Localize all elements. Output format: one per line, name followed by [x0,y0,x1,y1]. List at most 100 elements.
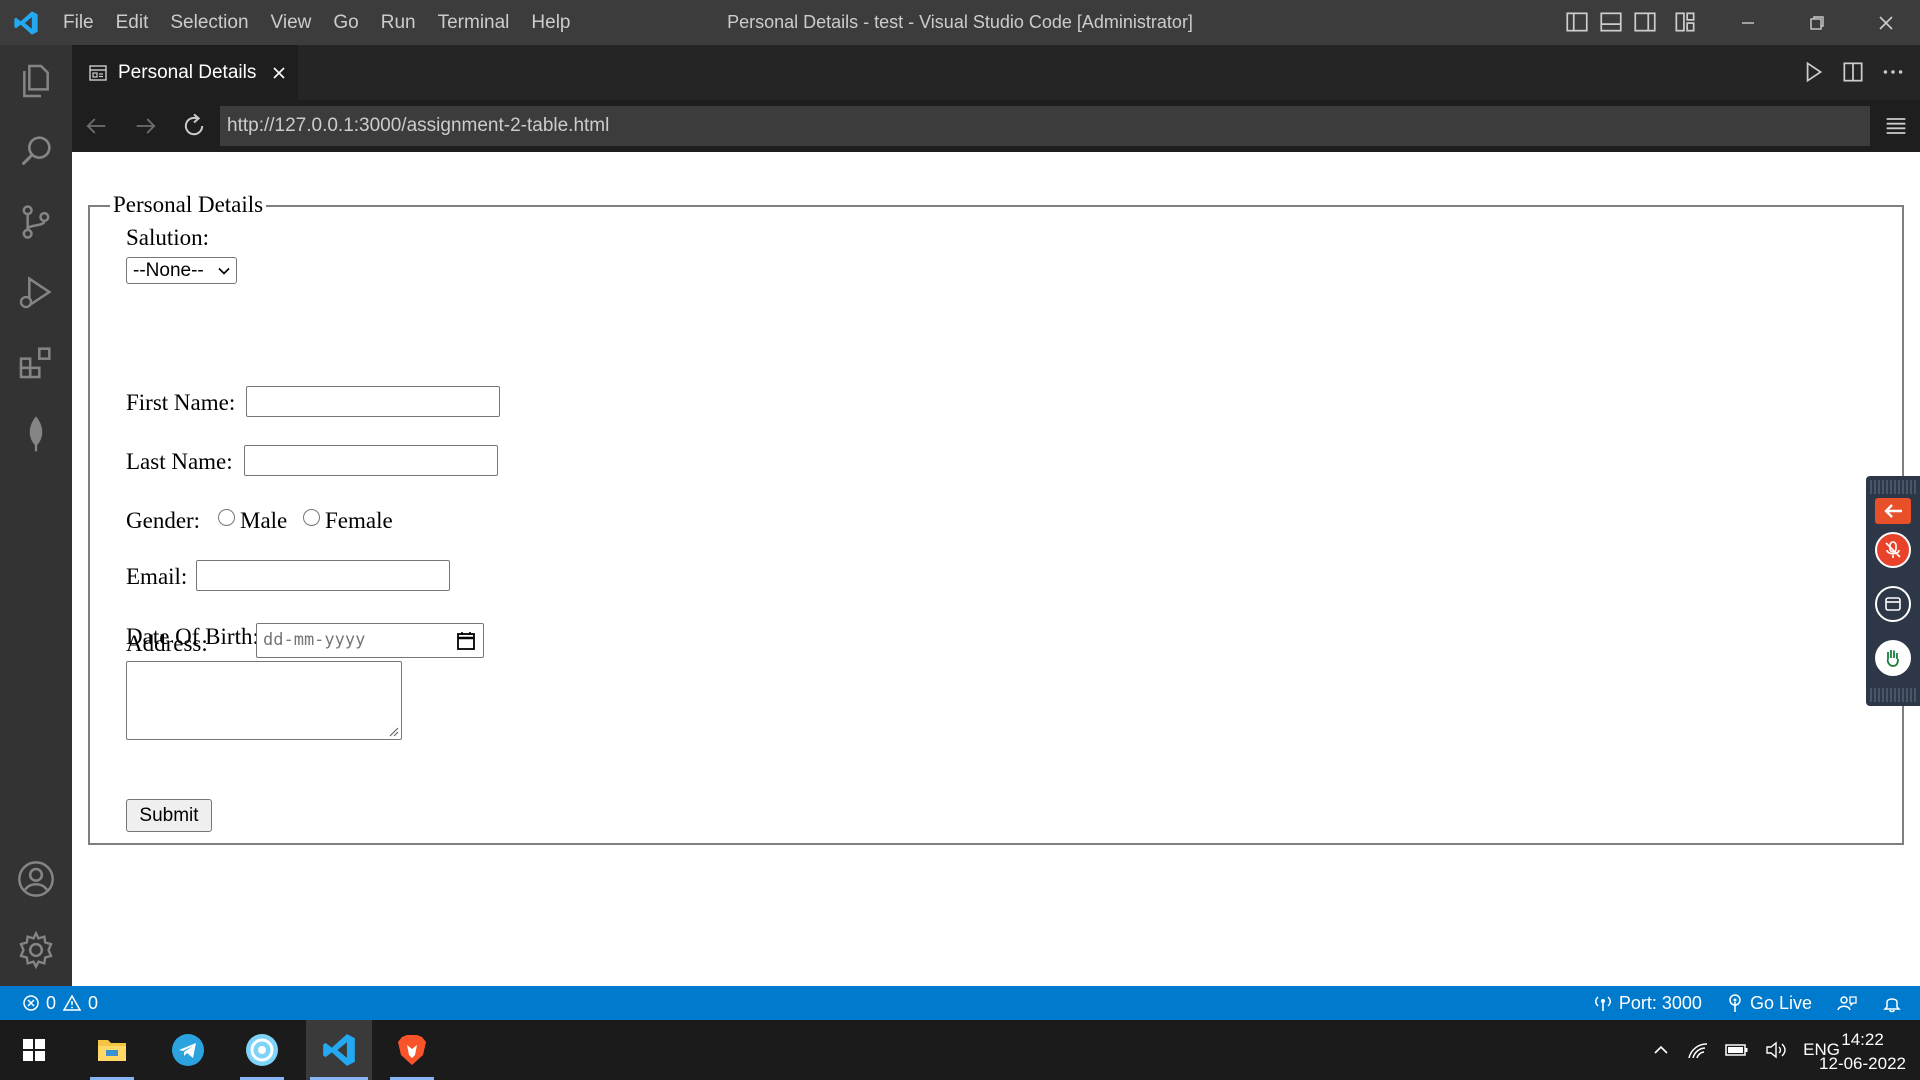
extensions-icon[interactable] [16,342,56,382]
submit-button[interactable]: Submit [126,799,212,832]
menu-help[interactable]: Help [520,0,581,45]
run-icon[interactable] [1800,59,1826,85]
reload-icon[interactable] [180,112,208,140]
drag-handle[interactable] [1870,480,1918,494]
go-live-label: Go Live [1749,992,1812,1013]
warning-count: 0 [88,993,99,1013]
clock-time: 14:22 [1841,1030,1884,1049]
raise-hand-button[interactable] [1875,640,1911,676]
first-name-field[interactable] [246,386,500,417]
menu-go[interactable]: Go [322,0,369,45]
restore-button[interactable] [1782,0,1851,45]
gender-female-radio[interactable] [303,509,320,526]
editor-tab-bar: Personal Details [72,45,1920,100]
drag-handle-bottom[interactable] [1870,688,1918,702]
vscode-icon [323,1034,355,1066]
chevron-up-icon[interactable] [1651,1040,1671,1060]
email-label: Email: [126,564,188,589]
file-explorer-app[interactable] [82,1020,142,1080]
vscode-logo-icon [14,11,38,35]
email-field[interactable] [196,560,450,591]
chevron-down-icon [218,267,230,275]
arrow-left-icon [1884,504,1902,518]
vscode-app[interactable] [306,1020,372,1080]
url-input[interactable]: http://127.0.0.1:3000/assignment-2-table… [220,106,1870,146]
window-toggle-button[interactable] [1875,586,1911,622]
minimize-icon [1741,21,1754,24]
menu-terminal[interactable]: Terminal [427,0,521,45]
windows-taskbar: ENG 14:22 12-06-2022 [0,1020,1920,1080]
first-name-label: First Name: [126,390,236,415]
customize-layout-icon[interactable] [1672,9,1698,35]
back-arrow-icon[interactable] [82,112,110,140]
toggle-secondary-sidebar-icon[interactable] [1632,9,1658,35]
calendar-icon[interactable] [455,630,477,652]
close-tab-icon[interactable] [270,64,288,82]
menu-selection[interactable]: Selection [159,0,259,45]
error-icon [23,995,39,1011]
salution-select[interactable]: --None-- [126,257,237,284]
search-icon[interactable] [16,131,56,171]
dob-placeholder: dd-mm-yyyy [263,630,366,650]
minimize-button[interactable] [1713,0,1782,45]
floating-toolbar [1866,476,1920,706]
bell-icon[interactable] [1882,993,1902,1013]
dob-field[interactable]: dd-mm-yyyy [256,623,484,658]
resize-handle-icon[interactable] [387,725,399,737]
mute-mic-button[interactable] [1875,532,1911,568]
toggle-panel-icon[interactable] [1598,9,1624,35]
accounts-icon[interactable] [16,859,56,899]
wifi-icon[interactable] [1687,1040,1709,1060]
go-live-button[interactable]: Go Live [1726,993,1812,1014]
window-icon [1885,597,1901,611]
tab-label: Personal Details [118,61,257,83]
volume-icon[interactable] [1765,1040,1787,1060]
warning-icon [62,994,82,1011]
clock-date: 12-06-2022 [1819,1054,1906,1073]
browser-nav-bar: http://127.0.0.1:3000/assignment-2-table… [72,100,1920,152]
window-controls [1713,0,1920,45]
gender-label: Gender: [126,508,201,533]
menu-edit[interactable]: Edit [105,0,160,45]
last-name-field[interactable] [244,445,498,476]
gear-icon[interactable] [16,930,56,970]
telegram-app[interactable] [158,1020,218,1080]
title-bar: File Edit Selection View Go Run Terminal… [0,0,1920,45]
split-editor-icon[interactable] [1840,59,1866,85]
explorer-icon[interactable] [16,61,56,101]
menu-bar: File Edit Selection View Go Run Terminal… [52,0,582,45]
hand-icon [1886,650,1899,667]
problems-indicator[interactable]: 0 0 [22,986,98,1020]
menu-view[interactable]: View [260,0,323,45]
menu-file[interactable]: File [52,0,105,45]
editor-actions [1800,59,1906,85]
close-window-button[interactable] [1851,0,1920,45]
toggle-sidebar-icon[interactable] [1564,9,1590,35]
snowflake-gear-icon [246,1034,278,1066]
brave-app[interactable] [382,1020,442,1080]
personal-details-fieldset: Personal Details Salution: --None-- Firs… [88,191,1904,845]
hamburger-menu-icon[interactable] [1882,112,1910,140]
forward-arrow-icon[interactable] [132,112,160,140]
mongodb-leaf-icon[interactable] [16,413,56,453]
gender-male-radio[interactable] [218,509,235,526]
more-actions-icon[interactable] [1880,59,1906,85]
feedback-icon[interactable] [1836,993,1858,1013]
windows-start-icon[interactable] [22,1038,46,1062]
error-count: 0 [46,993,57,1013]
source-control-icon[interactable] [16,202,56,242]
settings-snowflake-app[interactable] [232,1020,292,1080]
port-indicator[interactable]: Port: 3000 [1593,993,1702,1014]
system-tray: ENG [1651,1020,1840,1080]
collapse-arrow-button[interactable] [1875,498,1911,524]
run-debug-icon[interactable] [16,272,56,312]
port-label: Port: 3000 [1618,992,1702,1013]
gender-male-label: Male [240,508,288,533]
battery-icon[interactable] [1725,1040,1749,1060]
clock[interactable]: 14:22 12-06-2022 [1819,1028,1906,1076]
menu-run[interactable]: Run [370,0,427,45]
status-bar-right: Port: 3000 Go Live [1593,986,1902,1020]
address-textarea[interactable] [126,661,402,740]
activity-bar [0,45,72,986]
tab-personal-details[interactable]: Personal Details [72,45,298,100]
